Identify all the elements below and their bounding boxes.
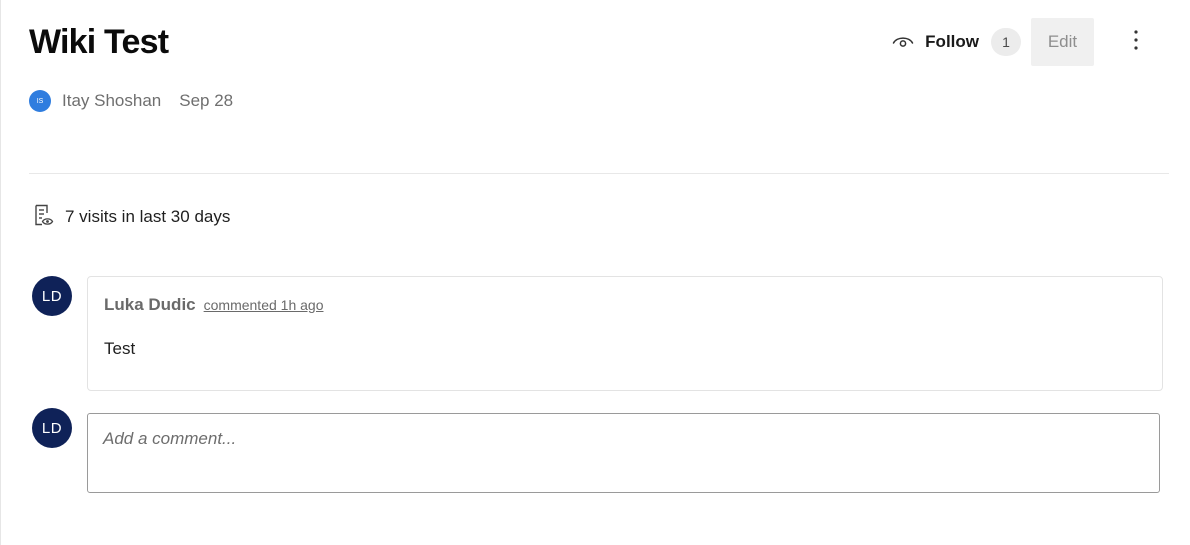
comment-input[interactable]: [87, 413, 1160, 493]
follow-label: Follow: [925, 32, 979, 51]
author-meta: IS Itay Shoshan Sep 28: [29, 89, 233, 113]
comment-timestamp-link[interactable]: commented 1h ago: [204, 297, 324, 313]
current-user-avatar: LD: [32, 408, 72, 448]
divider: [29, 173, 1169, 174]
comment-body: Test: [104, 339, 136, 358]
commenter-avatar[interactable]: LD: [32, 276, 72, 316]
commenter-name[interactable]: Luka Dudic: [104, 295, 196, 315]
comment-card: Luka Dudic commented 1h ago Test: [87, 276, 1163, 391]
visits-stat: 7 visits in last 30 days: [33, 203, 231, 232]
more-options-button[interactable]: [1122, 22, 1150, 62]
post-date: Sep 28: [179, 91, 234, 110]
visits-text: 7 visits in last 30 days: [65, 207, 231, 226]
follow-button[interactable]: Follow: [891, 24, 979, 60]
comment-header: Luka Dudic commented 1h ago: [104, 295, 323, 315]
page-visits-icon: [33, 203, 55, 232]
follower-count-badge[interactable]: 1: [991, 28, 1021, 56]
wiki-page: Wiki Test Follow 1 Edit IS Itay Shoshan …: [0, 0, 1190, 545]
edit-button[interactable]: Edit: [1031, 18, 1094, 66]
more-vertical-icon: [1133, 29, 1139, 56]
eye-icon: [891, 30, 915, 54]
header-actions: Follow 1 Edit: [891, 18, 1150, 66]
author-name[interactable]: Itay Shoshan: [62, 91, 161, 111]
page-title: Wiki Test: [29, 23, 169, 61]
author-avatar[interactable]: IS: [29, 90, 51, 112]
